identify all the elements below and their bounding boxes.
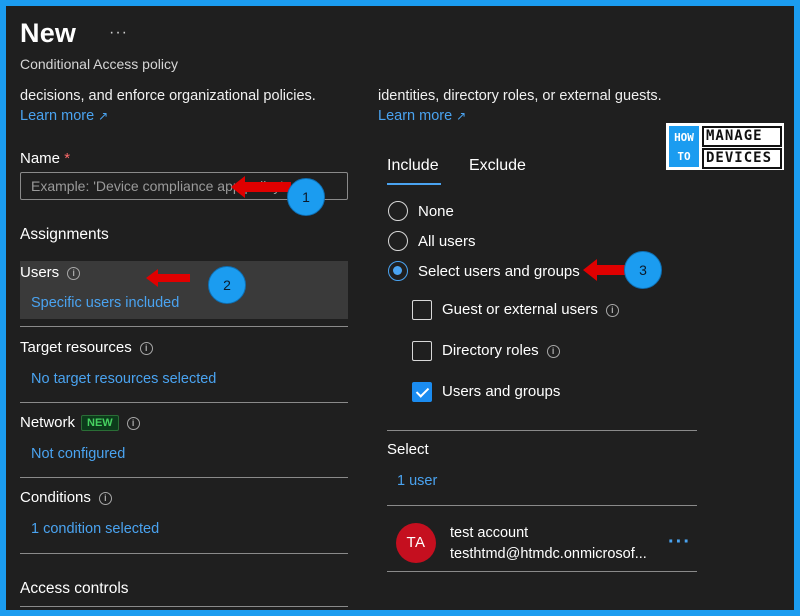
new-badge: NEW	[81, 415, 119, 431]
users-value-link[interactable]: Specific users included	[31, 295, 179, 311]
select-label: Select	[387, 441, 429, 458]
directory-roles-label: Directory roles	[442, 342, 539, 359]
target-resources-link[interactable]: No target resources selected	[31, 371, 216, 387]
divider	[20, 553, 348, 554]
info-icon[interactable]: i	[605, 304, 619, 317]
learn-more-label[interactable]: Learn more	[20, 108, 94, 124]
name-label: Name *	[20, 150, 70, 167]
selected-users-link[interactable]: 1 user	[397, 473, 437, 489]
divider	[387, 430, 697, 431]
assignments-heading: Assignments	[20, 226, 109, 243]
users-groups-label: Users and groups	[442, 383, 561, 400]
left-learn-more-link[interactable]: Learn more ↗	[20, 108, 108, 124]
info-icon[interactable]: i	[139, 342, 153, 355]
users-label-row: Users i	[20, 264, 81, 281]
divider	[20, 402, 348, 403]
access-controls-heading: Access controls	[20, 580, 129, 597]
divider	[387, 571, 697, 572]
directory-roles-label-row: Directory roles i	[442, 342, 560, 359]
radio-all-users-label: All users	[418, 233, 476, 250]
logo-manage-devices: MANAGE DEVICES	[702, 126, 782, 170]
checkbox-guest-external[interactable]	[412, 300, 432, 320]
divider	[20, 606, 348, 607]
checkbox-users-groups[interactable]	[412, 382, 432, 402]
info-icon[interactable]: i	[98, 492, 112, 505]
info-icon[interactable]: i	[67, 267, 81, 280]
learn-more-label[interactable]: Learn more	[378, 108, 452, 124]
info-icon[interactable]: i	[546, 345, 560, 358]
divider	[20, 477, 348, 478]
avatar: TA	[396, 523, 436, 563]
radio-all-users[interactable]	[388, 231, 408, 251]
external-link-icon: ↗	[456, 109, 467, 123]
right-description: identities, directory roles, or external…	[378, 88, 662, 104]
callout-3: 3	[624, 251, 662, 289]
account-email: testhtmd@htmdc.onmicrosof...	[450, 546, 647, 562]
conditions-row: Conditions i	[20, 489, 112, 506]
conditions-link[interactable]: 1 condition selected	[31, 521, 159, 537]
callout-2: 2	[208, 266, 246, 304]
required-marker: *	[64, 150, 71, 167]
page-subtitle: Conditional Access policy	[20, 56, 178, 72]
network-label: Network	[20, 414, 76, 431]
account-name: test account	[450, 525, 529, 541]
network-link[interactable]: Not configured	[31, 446, 125, 462]
divider	[20, 326, 348, 327]
tab-include[interactable]: Include	[387, 157, 439, 175]
users-label: Users	[20, 264, 60, 281]
radio-select-users-groups-label: Select users and groups	[418, 263, 580, 280]
radio-none[interactable]	[388, 201, 408, 221]
red-arrow-icon	[231, 176, 291, 198]
target-resources-label: Target resources	[20, 339, 132, 356]
policy-blade: New ··· Conditional Access policy decisi…	[6, 6, 794, 610]
radio-select-users-groups[interactable]	[388, 261, 408, 281]
logo-how-to: HOW TO	[669, 126, 699, 167]
checkbox-directory-roles[interactable]	[412, 341, 432, 361]
more-options-button[interactable]: ···	[109, 24, 128, 42]
tab-exclude[interactable]: Exclude	[469, 157, 526, 175]
page-title: New	[20, 18, 77, 48]
target-resources-row: Target resources i	[20, 339, 153, 356]
conditions-label: Conditions	[20, 489, 91, 506]
radio-none-label: None	[418, 203, 454, 220]
red-arrow-icon	[583, 259, 627, 281]
divider	[387, 505, 697, 506]
left-description: decisions, and enforce organizational po…	[20, 88, 316, 104]
guest-external-label: Guest or external users	[442, 301, 598, 318]
howtomanagedevices-logo: HOW TO MANAGE DEVICES	[666, 123, 784, 170]
guest-external-label-row: Guest or external users i	[442, 301, 619, 318]
account-more-button[interactable]: ···	[668, 531, 691, 554]
red-arrow-icon	[146, 269, 190, 287]
name-label-text: Name	[20, 150, 61, 167]
right-learn-more-link[interactable]: Learn more ↗	[378, 108, 466, 124]
network-row: Network NEW i	[20, 414, 140, 431]
external-link-icon: ↗	[98, 109, 109, 123]
callout-1: 1	[287, 178, 325, 216]
active-tab-indicator	[387, 183, 441, 185]
info-icon[interactable]: i	[126, 417, 140, 430]
